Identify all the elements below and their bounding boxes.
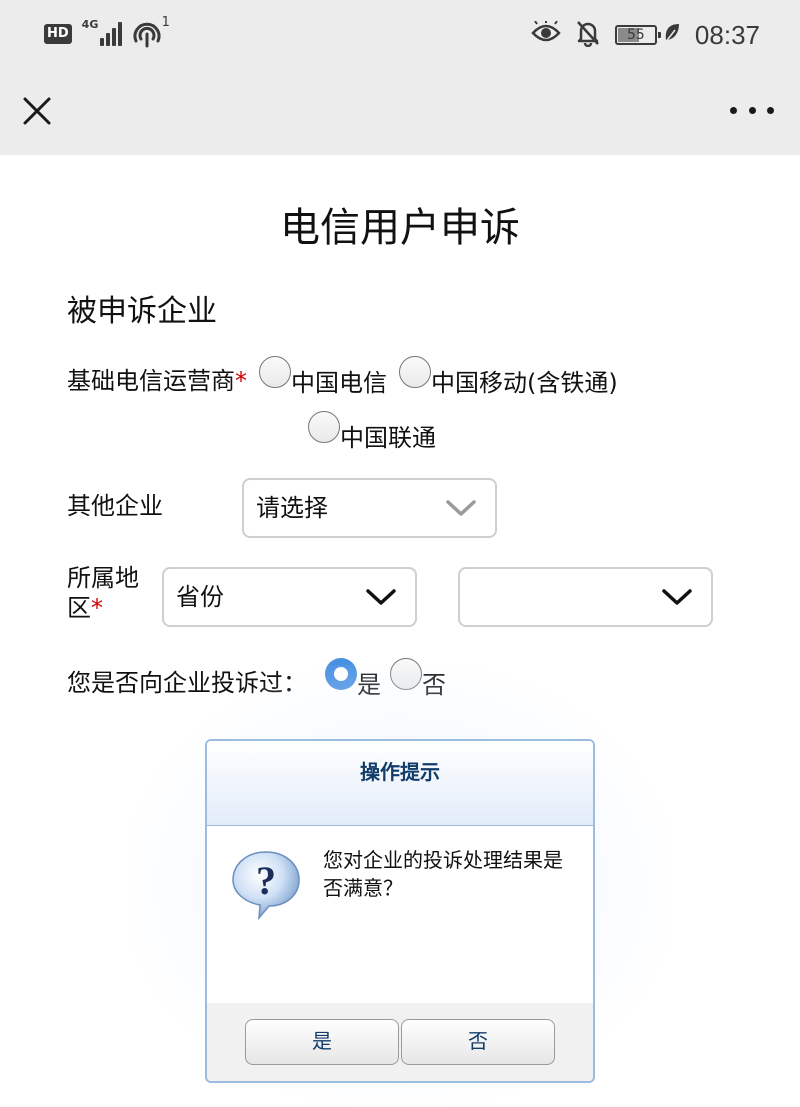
confirm-dialog: 操作提示 ? 您对企业的投诉处理结果是否满意？ 是 否 [205,739,595,1083]
signal-icon: 4G [81,18,122,48]
close-button[interactable] [18,92,56,130]
radio-china-mobile[interactable]: 中国移动(含铁通) [399,356,618,398]
radio-label: 中国电信 [291,369,387,397]
network-type: 4G [81,18,99,31]
hotspot-count: 1 [161,15,170,30]
more-icon [730,106,737,114]
nav-bar [0,70,800,155]
dialog-footer: 是 否 [207,1003,593,1081]
dialog-title: 操作提示 [207,741,593,826]
page-title: 电信用户申诉 [280,205,520,251]
radio-circle[interactable] [308,411,340,443]
chevron-down-icon [366,589,396,605]
leaf-icon [663,22,681,48]
chevron-down-icon [446,500,476,516]
close-icon [23,97,51,125]
required-mark: * [235,367,247,395]
select-value: 省份 [176,583,224,611]
status-bar: HD 4G 1 55 08:37 [0,0,800,70]
region-label: 所属地 区* [67,564,139,622]
dialog-message: 您对企业的投诉处理结果是否满意？ [323,848,563,900]
status-right: 55 08:37 [531,18,760,52]
radio-circle[interactable] [399,356,431,388]
city-select[interactable] [458,567,713,627]
mute-bell-icon [575,19,601,51]
clock: 08:37 [694,19,760,50]
hotspot-icon: 1 [132,15,170,49]
chevron-down-icon [662,589,692,605]
status-left: HD 4G 1 [44,15,170,50]
section-title: 被申诉企业 [67,294,217,329]
svg-text:?: ? [256,858,276,903]
eye-icon [531,20,561,49]
required-mark: * [91,594,103,622]
hd-badge: HD [44,24,72,44]
dialog-body: ? 您对企业的投诉处理结果是否满意？ [207,826,593,1004]
other-enterprise-select[interactable]: 请选择 [242,478,497,538]
more-button[interactable] [730,98,774,122]
dialog-yes-button[interactable]: 是 [245,1019,399,1065]
radio-circle[interactable] [259,356,291,388]
dialog-no-button[interactable]: 否 [401,1019,555,1065]
radio-china-telecom[interactable]: 中国电信 [259,356,387,398]
province-select[interactable]: 省份 [162,567,417,627]
radio-label: 中国移动(含铁通) [431,369,618,397]
operator-label: 基础电信运营商* [67,367,247,395]
radio-china-unicom[interactable]: 中国联通 [308,411,436,453]
battery-icon: 55 [614,25,661,45]
select-value: 请选择 [256,494,328,522]
battery-percent: 55 [627,27,645,43]
question-icon: ? [232,851,300,921]
other-enterprise-label: 其他企业 [67,492,163,520]
radio-label: 中国联通 [340,424,436,452]
